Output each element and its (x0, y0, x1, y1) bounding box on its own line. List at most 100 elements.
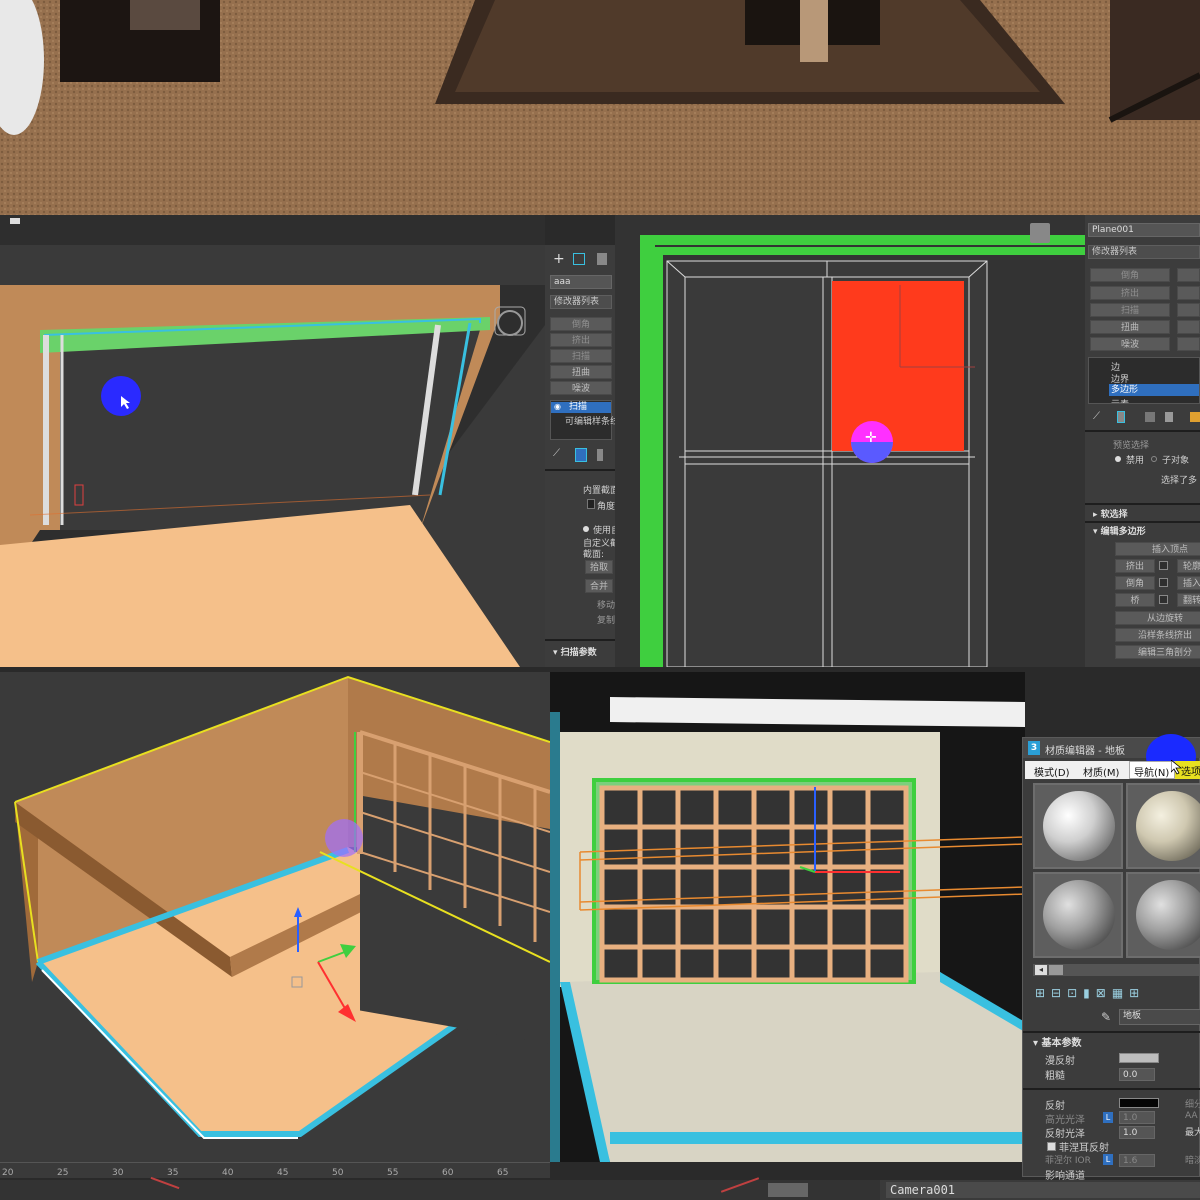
merge-button[interactable]: 合并 (585, 579, 613, 593)
viewport-top-left[interactable] (0, 215, 545, 667)
material-editor-window: 3 材质编辑器 - 地板 模式(D) 材质(M) 导航(N) 选项 ◂ ⊞⊟⊡▮… (1022, 734, 1200, 1182)
fresnel-ior-label: 菲涅尔 IOR (1045, 1156, 1091, 1166)
highlight-gloss-input[interactable]: 1.0 (1119, 1111, 1155, 1124)
sample-scrollbar[interactable]: ◂ (1033, 964, 1199, 976)
sweep-params-rollout[interactable]: ▾ 扫描参数 (553, 645, 597, 658)
pick-button[interactable]: 拾取 (585, 560, 613, 574)
pin-stack-icon-right[interactable]: ⟋ (1093, 411, 1100, 422)
extrude-button[interactable]: 挤出 (1115, 559, 1155, 573)
show-end-result-icon[interactable] (575, 448, 587, 462)
extrude-settings-icon[interactable] (1159, 561, 1168, 570)
modifier-sweep-button[interactable]: 扫描 (550, 349, 612, 363)
eyedropper-icon[interactable]: ✎ (1101, 1010, 1111, 1024)
diffuse-color-swatch[interactable] (1119, 1053, 1159, 1063)
sublevel-polygon[interactable]: 多边形 (1109, 384, 1199, 396)
remove-modifier-icon[interactable] (1165, 412, 1173, 422)
material-name-field[interactable]: 地板 (1119, 1009, 1200, 1025)
modifier-noise-button-right[interactable]: 噪波 (1090, 337, 1170, 351)
edit-triangulation-button[interactable]: 编辑三角剖分 (1115, 645, 1200, 659)
material-toolbar[interactable]: ⊞⊟⊡▮⊠▦⊞ (1035, 986, 1145, 1000)
edit-poly-label: 编辑多边形 (1100, 527, 1146, 537)
viewport-bottom-left[interactable] (0, 672, 550, 1162)
ruler-label: 35 (167, 1168, 179, 1178)
pin-stack-icon[interactable]: ⟋ (553, 448, 560, 459)
modifier-sweep-button-right[interactable]: 扫描 (1090, 303, 1170, 317)
eye-icon[interactable]: ◉ (554, 402, 561, 411)
bevel-button[interactable]: 倒角 (1115, 576, 1155, 590)
extrude-along-spline-button[interactable]: 沿样条线挤出 (1115, 628, 1200, 642)
modifier-twist-button[interactable]: 扭曲 (550, 365, 612, 379)
diffuse-label: 漫反射 (1045, 1056, 1075, 1067)
angle-icon[interactable] (587, 499, 595, 509)
material-slot-1[interactable] (1033, 783, 1123, 869)
modifier-extrude-button[interactable]: 挤出 (550, 333, 612, 347)
viewport-bottom-right[interactable] (550, 672, 1025, 1162)
hierarchy-tab-icon[interactable] (597, 253, 607, 265)
make-unique-icon-right[interactable] (1145, 412, 1155, 422)
object-name-field-right[interactable]: Plane001 (1088, 223, 1200, 237)
front-room-view (550, 672, 1025, 1162)
ceiling-beam (610, 697, 1025, 727)
modify-tab-icon[interactable] (573, 253, 585, 265)
flip-button[interactable]: 翻转 (1177, 593, 1200, 607)
menu-navigation-label: 导航(N) (1134, 768, 1170, 779)
material-slot-2[interactable] (1126, 783, 1200, 869)
bevel-settings-icon[interactable] (1159, 578, 1168, 587)
object-name-field[interactable]: aaa (550, 275, 612, 289)
material-editor-title: 材质编辑器 - 地板 (1045, 746, 1125, 757)
disable-label: 禁用 (1126, 456, 1145, 466)
soft-selection-rollout[interactable]: ▸ 软选择 (1093, 507, 1128, 520)
timeline-ruler[interactable]: 20 25 30 35 40 45 50 55 60 65 (0, 1162, 550, 1178)
material-sphere-textured (1136, 791, 1200, 861)
modifier-twist-button-right[interactable]: 扭曲 (1090, 320, 1170, 334)
make-unique-icon[interactable] (597, 449, 603, 461)
bridge-button[interactable]: 桥 (1115, 593, 1155, 607)
bottom-strip: Camera001 (0, 1176, 1200, 1200)
fresnel-lock-button[interactable]: L (1103, 1154, 1113, 1165)
modifier-bevel-button[interactable]: 倒角 (550, 317, 612, 331)
camera-name-field[interactable]: Camera001 (886, 1182, 1200, 1198)
sublevel-element[interactable]: 元素 (1111, 397, 1129, 403)
outline-button[interactable]: 轮廓 (1177, 559, 1200, 573)
move-cursor-icon: ✛ (865, 430, 877, 446)
command-panel-left: + aaa 修改器列表 倒角 挤出 扫描 扭曲 噪波 扫描 ◉ 可编辑样条线 ⟋… (545, 245, 620, 667)
child-object-radio[interactable] (1151, 456, 1157, 462)
modifier-list-dropdown-right[interactable]: 修改器列表 (1088, 245, 1200, 259)
reflect-gloss-input[interactable]: 1.0 (1119, 1126, 1155, 1139)
cursor-highlight-bl (325, 819, 363, 857)
fresnel-ior-input[interactable]: 1.6 (1119, 1154, 1155, 1167)
scroll-left-icon[interactable]: ◂ (1035, 965, 1047, 975)
ruler-label: 55 (387, 1168, 399, 1178)
configure-icon[interactable] (1190, 412, 1200, 422)
stack-item-editable-spline[interactable]: 可编辑样条线 (565, 414, 619, 427)
reflection-color-swatch[interactable] (1119, 1098, 1159, 1108)
camera-icon[interactable] (10, 218, 20, 224)
modifier-noise-button[interactable]: 噪波 (550, 381, 612, 395)
modifier-bevel-button-right[interactable]: 倒角 (1090, 268, 1170, 282)
menu-navigation[interactable]: 导航(N) (1129, 761, 1175, 779)
ruler-label: 60 (442, 1168, 454, 1178)
mouse-cursor-icon-me (1171, 760, 1183, 775)
viewport-top-right[interactable]: ✛ (615, 215, 1085, 667)
modifier-list-dropdown[interactable]: 修改器列表 (550, 295, 612, 309)
disable-radio[interactable] (1115, 456, 1121, 462)
highlight-lock-button[interactable]: L (1103, 1112, 1113, 1123)
basic-params-rollout[interactable]: ▾ 基本参数 (1033, 1034, 1082, 1049)
insert-vertex-button[interactable]: 插入顶点 (1115, 542, 1200, 556)
inset-button[interactable]: 插入 (1177, 576, 1200, 590)
material-sphere-gray-2 (1136, 880, 1200, 950)
fresnel-checkbox[interactable] (1047, 1142, 1056, 1151)
sublevel-list: 边 边界 多边形 元素 (1088, 357, 1200, 404)
hinge-from-edge-button[interactable]: 从边旋转 (1115, 611, 1200, 625)
create-tab-icon[interactable]: + (553, 251, 565, 267)
material-slot-4[interactable] (1126, 872, 1200, 958)
edit-poly-rollout[interactable]: ▾ 编辑多边形 (1093, 524, 1146, 537)
material-slot-3[interactable] (1033, 872, 1123, 958)
modifier-extrude-button-right[interactable]: 挤出 (1090, 286, 1170, 300)
bridge-settings-icon[interactable] (1159, 595, 1168, 604)
menu-material[interactable]: 材质(M) (1083, 764, 1119, 779)
roughness-input[interactable]: 0.0 (1119, 1068, 1155, 1081)
menu-mode[interactable]: 模式(D) (1034, 764, 1070, 779)
show-end-result-icon-right[interactable] (1117, 411, 1125, 423)
use-custom-radio[interactable] (583, 526, 589, 532)
